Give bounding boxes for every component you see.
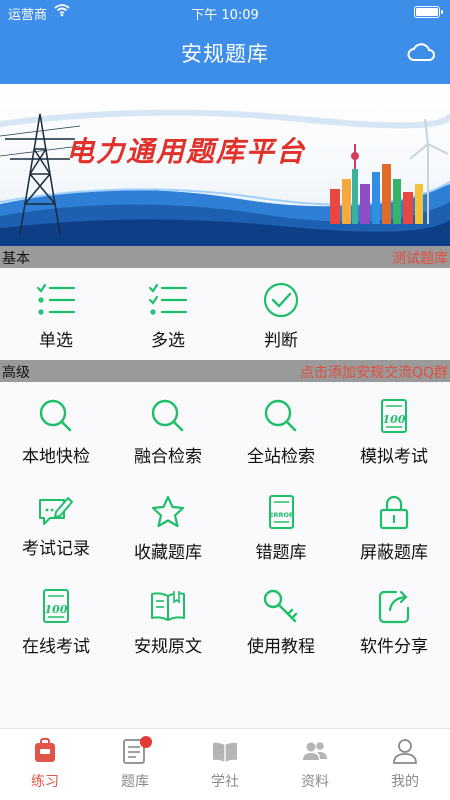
true-false-button[interactable]: 判断 (225, 282, 337, 351)
tab-practice-label: 练习 (31, 774, 59, 790)
search-icon (151, 399, 184, 432)
wrong-questions-label: 错题库 (255, 543, 307, 563)
bottom-tab-bar: 练习 题库 学社 资料 我的 (0, 728, 450, 800)
svg-text:ERROR: ERROR (269, 511, 294, 519)
exam-record-button[interactable]: 考试记录 (0, 494, 112, 559)
tutorial-label: 使用教程 (247, 637, 315, 657)
basic-grid: 单选 多选 判断 (0, 268, 450, 360)
multiple-choice-label: 多选 (151, 331, 185, 351)
exam-score-icon: 100 (43, 589, 69, 623)
fusion-search-label: 融合检索 (134, 447, 202, 467)
people-icon (303, 742, 327, 760)
clock: 下午 10:09 (191, 8, 259, 23)
check-circle-icon (263, 282, 299, 318)
tab-question-bank-label: 题库 (121, 774, 149, 790)
mock-exam-label: 模拟考试 (360, 447, 428, 467)
tab-study-club-label: 学社 (211, 774, 239, 790)
single-choice-label: 单选 (39, 331, 73, 351)
tab-practice[interactable]: 练习 (0, 737, 90, 791)
section-header-basic: 基本 测试题库 (0, 246, 450, 268)
qq-group-link[interactable]: 点击添加安规交流QQ群 (300, 362, 448, 382)
site-search-label: 全站检索 (247, 447, 315, 467)
tab-study-club[interactable]: 学社 (180, 737, 270, 791)
search-icon (264, 399, 297, 432)
top-bar: 运营商 下午 10:09 安规题库 (0, 0, 450, 84)
banner-title: 电力通用题库平台 (66, 135, 307, 168)
online-exam-button[interactable]: 100 在线考试 (0, 588, 112, 657)
lock-icon (379, 495, 409, 530)
advanced-grid: 本地快检 融合检索 全站检索 100 模拟考试 考试记录 收藏题库 ERROR … (0, 382, 450, 728)
tab-materials[interactable]: 资料 (270, 737, 360, 791)
section-header-advanced: 高级 点击添加安规交流QQ群 (0, 360, 450, 382)
tab-materials-label: 资料 (301, 774, 329, 790)
true-false-label: 判断 (264, 331, 298, 351)
wrong-questions-button[interactable]: ERROR 错题库 (225, 494, 337, 563)
local-quick-search-button[interactable]: 本地快检 (0, 398, 112, 467)
single-choice-button[interactable]: 单选 (0, 282, 112, 351)
chat-edit-icon (39, 497, 73, 525)
section-title-advanced: 高级 (2, 365, 30, 381)
tutorial-button[interactable]: 使用教程 (225, 588, 337, 657)
test-bank-link[interactable]: 测试题库 (392, 248, 448, 268)
tab-profile-label: 我的 (391, 774, 419, 790)
notification-badge (140, 736, 152, 748)
list-icon (36, 283, 76, 315)
key-icon (263, 589, 298, 623)
blocked-questions-label: 屏蔽题库 (360, 543, 428, 563)
site-search-button[interactable]: 全站检索 (225, 398, 337, 467)
regulation-text-label: 安规原文 (134, 637, 202, 657)
svg-text:100: 100 (45, 603, 68, 616)
practice-bag-icon (35, 738, 55, 762)
exam-score-icon: 100 (381, 399, 407, 433)
list-icon (148, 283, 188, 315)
status-bar: 运营商 下午 10:09 (0, 0, 450, 24)
tab-profile[interactable]: 我的 (360, 737, 450, 791)
tab-question-bank[interactable]: 题库 (90, 736, 180, 791)
online-exam-label: 在线考试 (22, 637, 90, 657)
error-book-icon: ERROR (269, 495, 294, 529)
star-icon (151, 495, 185, 528)
favorites-button[interactable]: 收藏题库 (112, 494, 224, 563)
book-icon (151, 591, 185, 621)
share-icon (378, 590, 410, 624)
exam-record-label: 考试记录 (22, 539, 90, 559)
cloud-icon[interactable] (406, 40, 436, 64)
blocked-questions-button[interactable]: 屏蔽题库 (338, 494, 450, 563)
page-title: 安规题库 (181, 42, 269, 66)
svg-text:100: 100 (383, 413, 406, 426)
regulation-text-button[interactable]: 安规原文 (112, 588, 224, 657)
share-app-label: 软件分享 (360, 637, 428, 657)
multiple-choice-button[interactable]: 多选 (112, 282, 224, 351)
local-quick-search-label: 本地快检 (22, 447, 90, 467)
open-book-icon (213, 742, 237, 762)
search-icon (39, 399, 72, 432)
section-title-basic: 基本 (2, 251, 30, 267)
battery-icon (414, 6, 443, 18)
user-icon (393, 739, 417, 764)
mock-exam-button[interactable]: 100 模拟考试 (338, 398, 450, 467)
share-app-button[interactable]: 软件分享 (338, 588, 450, 657)
favorites-label: 收藏题库 (134, 543, 202, 563)
fusion-search-button[interactable]: 融合检索 (112, 398, 224, 467)
banner[interactable]: 电力通用题库平台 (0, 84, 450, 246)
